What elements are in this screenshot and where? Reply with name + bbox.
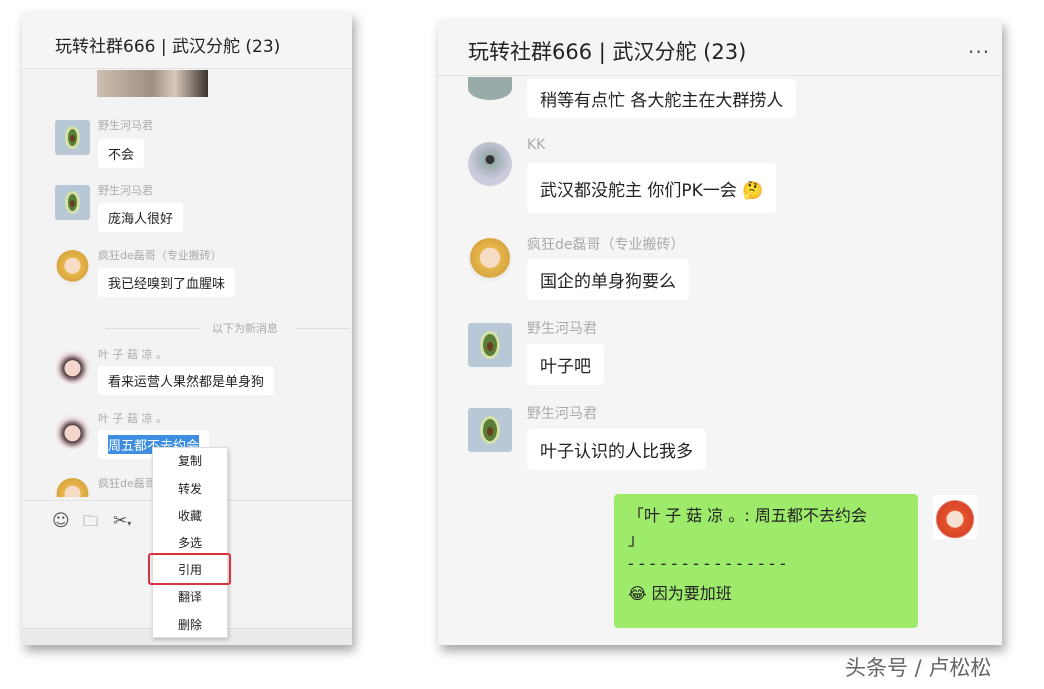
menu-item-translate[interactable]: 翻译 [153, 587, 227, 607]
menu-item-multiselect[interactable]: 多选 [153, 533, 227, 553]
menu-item-forward[interactable]: 转发 [153, 479, 227, 499]
sender-name: KK [527, 137, 545, 153]
message-bubble[interactable]: 国企的单身狗要么 [527, 259, 689, 300]
message-bubble[interactable]: 叶子吧 [527, 344, 604, 385]
avatar[interactable] [468, 142, 512, 186]
avatar[interactable] [55, 120, 90, 155]
avatar[interactable] [55, 478, 90, 497]
message-bubble[interactable]: 看来运营人果然都是单身狗 [98, 366, 274, 395]
chat-title: 玩转社群666 | 武汉分舵 (23) [55, 32, 280, 57]
quoted-text: 「叶 子 菇 凉 。: 周五都不去约会 [628, 504, 904, 528]
sender-name: 野生河马君 [98, 117, 153, 133]
message-bubble[interactable]: 叶子认识的人比我多 [527, 429, 706, 470]
own-message-bubble[interactable]: 「叶 子 菇 凉 。: 周五都不去约会 」 - - - - - - - - - … [614, 494, 918, 628]
sender-name: 疯狂de磊哥 [98, 475, 156, 491]
sender-name: 叶 子 菇 凉 。 [98, 410, 167, 426]
chat-title: 玩转社群666 | 武汉分舵 (23) [468, 36, 746, 66]
avatar[interactable] [55, 250, 90, 285]
emoji-icon[interactable]: ☺ [52, 511, 70, 531]
message-bubble[interactable]: 不会 [98, 139, 144, 168]
image-message[interactable] [97, 70, 208, 97]
avatar[interactable] [55, 349, 90, 384]
menu-item-favorite[interactable]: 收藏 [153, 506, 227, 526]
message-bubble[interactable]: 我已经嗅到了血腥味 [98, 268, 235, 297]
divider-line [295, 328, 350, 329]
message-bubble[interactable]: 稍等有点忙 各大舵主在大群捞人 [527, 79, 796, 118]
avatar[interactable] [468, 77, 512, 100]
sender-name: 疯狂de磊哥（专业搬砖） [98, 247, 222, 263]
own-avatar[interactable] [933, 495, 977, 539]
sender-name: 野生河马君 [527, 403, 597, 423]
quote-highlight-box [148, 553, 231, 585]
sender-name: 疯狂de磊哥（专业搬砖） [527, 234, 685, 254]
context-menu: 复制 转发 收藏 多选 引用 翻译 删除 [152, 447, 228, 638]
quote-separator: - - - - - - - - - - - - - - - [628, 552, 904, 576]
folder-icon[interactable]: 🗀 [83, 511, 98, 536]
laugh-cry-emoji-icon: 😂 [628, 584, 647, 603]
message-bubble[interactable]: 庞海人很好 [98, 203, 183, 232]
new-messages-divider: 以下为新消息 [212, 320, 278, 336]
avatar[interactable] [55, 185, 90, 220]
divider-line [105, 328, 200, 329]
avatar[interactable] [468, 408, 512, 452]
message-bubble[interactable]: 武汉都没舵主 你们PK一会 🤔 [527, 163, 776, 213]
quote-end: 」 [628, 528, 904, 552]
sender-name: 野生河马君 [527, 318, 597, 338]
sender-name: 野生河马君 [98, 182, 153, 198]
avatar[interactable] [55, 414, 90, 449]
avatar[interactable] [468, 323, 512, 367]
sender-name: 叶 子 菇 凉 。 [98, 346, 167, 362]
watermark: 头条号 / 卢松松 [845, 652, 991, 682]
reply-text: 因为要加班 [652, 584, 732, 603]
avatar[interactable] [468, 238, 512, 282]
menu-item-copy[interactable]: 复制 [153, 451, 227, 471]
more-options-button[interactable]: ... [968, 34, 990, 58]
scissors-icon[interactable]: ✂▾ [113, 511, 131, 531]
menu-item-delete[interactable]: 删除 [153, 615, 227, 635]
